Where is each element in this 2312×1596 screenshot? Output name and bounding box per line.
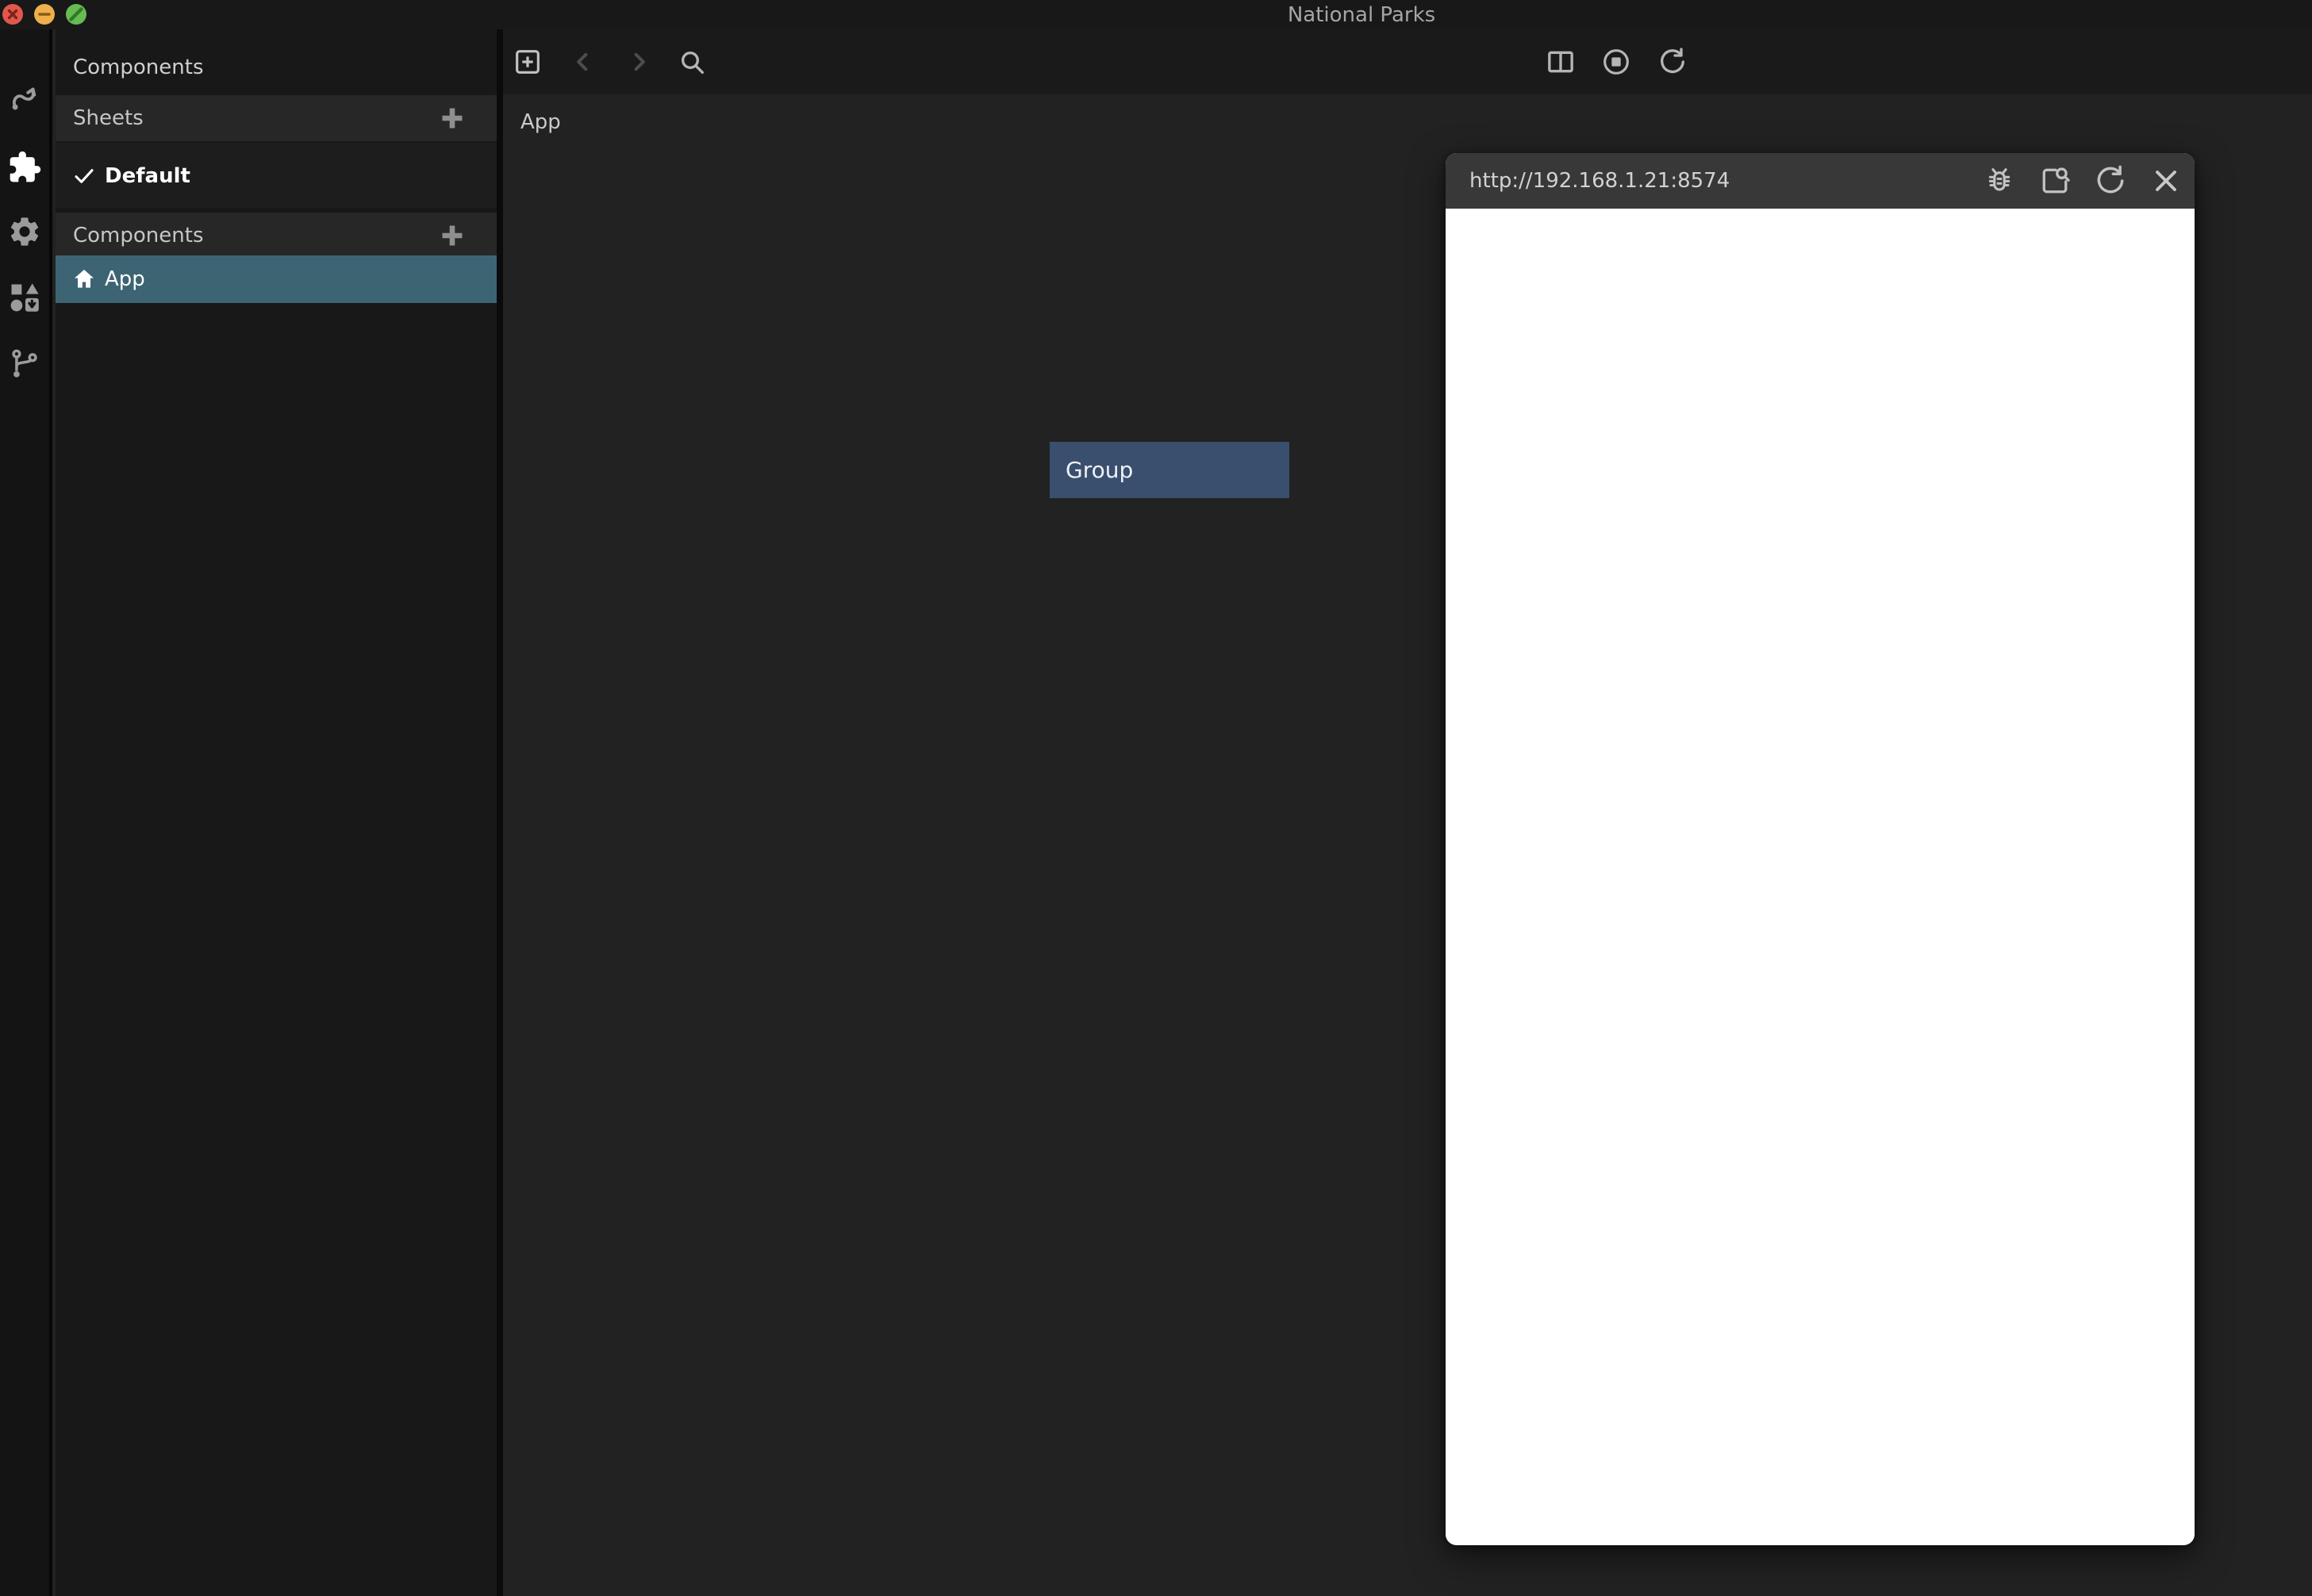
add-component-button[interactable]	[435, 218, 470, 253]
close-preview-button[interactable]	[2149, 163, 2183, 198]
titlebar: National Parks	[0, 0, 2312, 29]
plus-icon	[435, 218, 470, 253]
window-close-button[interactable]	[2, 4, 23, 25]
design-canvas[interactable]: App Group http://192.168.1.21:8574	[503, 94, 2312, 1596]
inspect-icon	[2037, 163, 2072, 198]
app-window: National Parks	[0, 0, 2312, 1596]
sheet-item-label: Default	[105, 164, 190, 188]
sheet-item-default[interactable]: Default	[56, 153, 497, 199]
group-component[interactable]: Group	[1050, 442, 1289, 498]
activity-rail	[0, 29, 52, 1596]
shapes-icon	[7, 280, 42, 315]
close-icon	[2149, 163, 2183, 198]
split-view-button[interactable]	[1545, 46, 1577, 78]
puzzle-icon	[7, 150, 42, 185]
debug-button[interactable]	[1982, 163, 2017, 198]
refresh-icon	[2093, 163, 2128, 198]
add-sheet-button[interactable]	[435, 101, 470, 136]
forward-button[interactable]	[623, 46, 655, 78]
route-icon	[7, 80, 42, 115]
chevron-right-icon	[623, 46, 655, 78]
group-component-label: Group	[1066, 457, 1133, 483]
bug-icon	[1982, 163, 2017, 198]
new-sheet-button[interactable]	[512, 46, 543, 78]
gear-icon	[7, 214, 42, 249]
inspect-page-button[interactable]	[2037, 163, 2072, 198]
component-item-app[interactable]: App	[56, 255, 497, 303]
sheets-list: Default	[56, 143, 497, 208]
close-icon	[2, 4, 23, 25]
preview-window: http://192.168.1.21:8574	[1446, 153, 2195, 1545]
run-refresh-button[interactable]	[1657, 46, 1688, 78]
components-panel: Components Sheets Default Components	[56, 29, 503, 1596]
search-button[interactable]	[676, 46, 708, 78]
split-panel-icon	[1545, 46, 1577, 78]
components-section-header: Components	[56, 213, 497, 259]
preview-url[interactable]: http://192.168.1.21:8574	[1469, 169, 1961, 193]
reload-preview-button[interactable]	[2093, 163, 2128, 198]
add-square-icon	[512, 46, 543, 78]
panel-title: Components	[56, 44, 497, 91]
refresh-icon	[1657, 46, 1688, 78]
window-maximize-button[interactable]	[66, 4, 86, 25]
home-icon	[71, 267, 97, 292]
breadcrumb[interactable]: App	[520, 110, 561, 134]
stop-button[interactable]	[1600, 46, 1632, 78]
components-section-label: Components	[73, 224, 435, 247]
preview-header: http://192.168.1.21:8574	[1446, 153, 2195, 209]
maximize-icon	[66, 4, 86, 25]
rail-version-control-button[interactable]	[0, 342, 49, 386]
component-item-label: App	[105, 267, 145, 291]
rail-components-button[interactable]	[0, 145, 49, 190]
window-title: National Parks	[1288, 3, 1435, 27]
rail-widgets-button[interactable]	[0, 275, 49, 320]
rail-settings-button[interactable]	[0, 209, 49, 254]
window-minimize-button[interactable]	[34, 4, 55, 25]
check-icon	[71, 163, 97, 189]
rail-route-tool-button[interactable]	[0, 75, 49, 120]
sheets-section-header: Sheets	[56, 95, 497, 141]
plus-icon	[435, 101, 470, 136]
stop-icon	[1600, 46, 1632, 78]
preview-viewport[interactable]	[1446, 209, 2195, 1545]
sheets-section-label: Sheets	[73, 106, 435, 130]
git-branch-icon	[7, 347, 42, 382]
search-icon	[676, 46, 708, 78]
back-button[interactable]	[567, 46, 599, 78]
canvas-toolbar	[503, 29, 2312, 94]
minimize-icon	[34, 4, 55, 25]
chevron-left-icon	[567, 46, 599, 78]
